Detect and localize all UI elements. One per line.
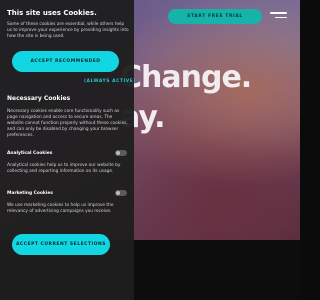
cookie-panel-description: Some of these cookies are essential, whi…	[7, 22, 129, 39]
cookie-consent-panel: This site uses Cookies. Some of these co…	[0, 0, 137, 300]
marketing-cookies-description: We use marketing cookies to help us impr…	[7, 203, 114, 214]
start-free-trial-button[interactable]: START FREE TRIAL	[168, 9, 262, 24]
menu-icon-bar	[270, 12, 287, 14]
hero-headline-line-1: Change.	[120, 60, 252, 95]
toggle-knob	[116, 151, 120, 155]
toggle-knob	[116, 191, 120, 195]
accept-current-selections-button[interactable]: ACCEPT CURRENT SELECTIONS	[12, 234, 110, 255]
always-active-label: (ALWAYS ACTIVE)	[84, 79, 137, 84]
cookie-panel-title: This site uses Cookies.	[7, 9, 97, 17]
analytical-cookies-title: Analytical Cookies	[7, 151, 53, 156]
marketing-cookies-toggle[interactable]	[115, 190, 127, 196]
analytical-cookies-description: Analytical cookies help us to improve ou…	[7, 163, 121, 174]
necessary-cookies-title: Necessary Cookies	[7, 95, 71, 102]
necessary-cookies-description: Necessary cookies enable core functional…	[7, 109, 128, 138]
accept-recommended-button[interactable]: ACCEPT RECOMMENDED	[12, 51, 119, 72]
menu-icon-bar	[275, 16, 287, 18]
hamburger-menu-icon[interactable]	[270, 12, 287, 22]
marketing-cookies-title: Marketing Cookies	[7, 191, 53, 196]
analytical-cookies-toggle[interactable]	[115, 150, 127, 156]
